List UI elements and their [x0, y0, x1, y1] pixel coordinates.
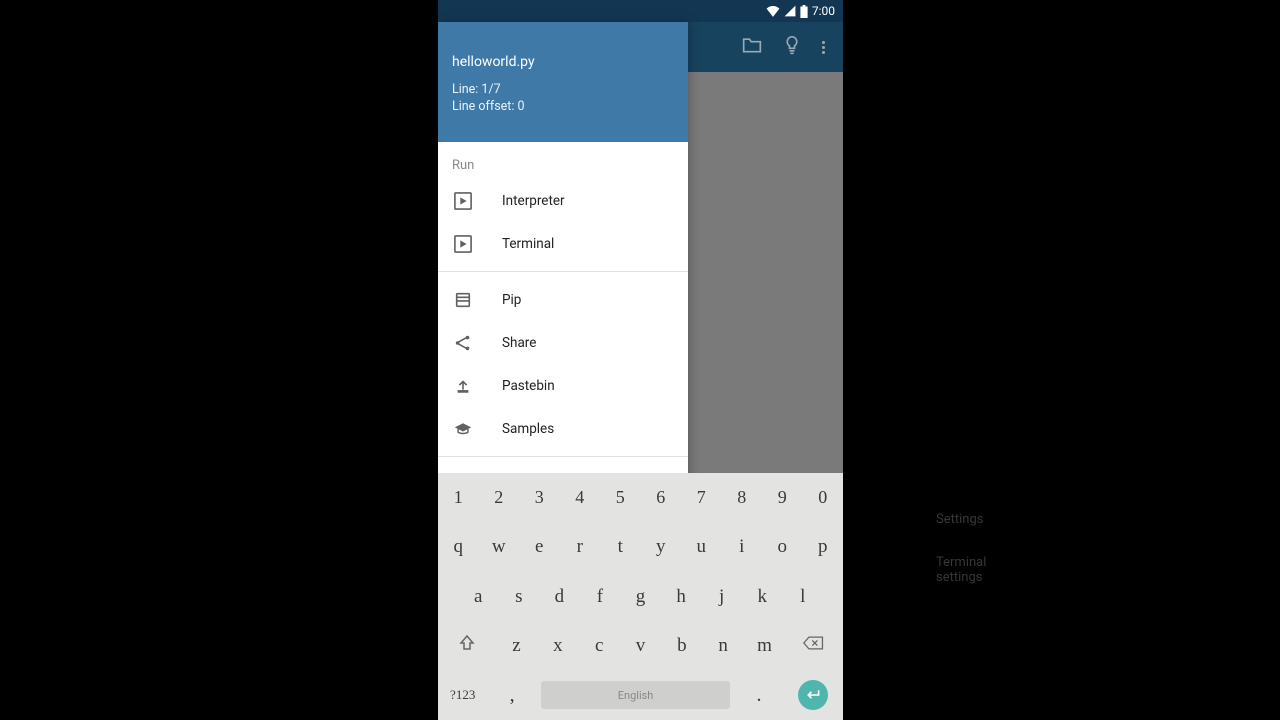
key-v[interactable]: v — [620, 635, 661, 657]
key-s[interactable]: s — [499, 586, 540, 608]
overflow-menu-icon[interactable] — [822, 39, 825, 56]
share-icon — [452, 332, 474, 354]
line-info: Line: 1/7 — [452, 82, 674, 99]
bulb-icon[interactable] — [784, 35, 800, 59]
menu-label: Pip — [502, 292, 521, 308]
key-5[interactable]: 5 — [600, 487, 641, 508]
key-t[interactable]: t — [600, 536, 641, 558]
menu-pip[interactable]: Pip — [438, 278, 688, 321]
key-k[interactable]: k — [742, 586, 783, 608]
key-g[interactable]: g — [620, 586, 661, 608]
clock: 7:00 — [812, 4, 835, 18]
key-c[interactable]: c — [579, 635, 620, 657]
menu-samples[interactable]: Samples — [438, 407, 688, 450]
key-0[interactable]: 0 — [803, 487, 844, 508]
section-run-label: Run — [438, 142, 688, 179]
key-8[interactable]: 8 — [722, 487, 763, 508]
key-row-qwerty: q w e r t y u i o p — [438, 522, 843, 571]
key-a[interactable]: a — [458, 586, 499, 608]
key-row-asdf: a s d f g h j k l — [438, 572, 843, 621]
ghost-terminal-settings: Terminal settings — [936, 555, 986, 585]
key-4[interactable]: 4 — [560, 487, 601, 508]
key-enter[interactable] — [784, 680, 843, 710]
key-y[interactable]: y — [641, 536, 682, 558]
play-box-icon — [452, 190, 474, 212]
key-x[interactable]: x — [537, 635, 578, 657]
key-j[interactable]: j — [701, 586, 742, 608]
library-icon — [452, 289, 474, 311]
upload-icon — [452, 375, 474, 397]
key-3[interactable]: 3 — [519, 487, 560, 508]
key-h[interactable]: h — [661, 586, 702, 608]
key-d[interactable]: d — [539, 586, 580, 608]
key-row-bottom: ?123 , English . — [438, 671, 843, 720]
key-2[interactable]: 2 — [479, 487, 520, 508]
key-1[interactable]: 1 — [438, 487, 479, 508]
key-7[interactable]: 7 — [681, 487, 722, 508]
key-f[interactable]: f — [580, 586, 621, 608]
divider — [438, 456, 688, 457]
menu-share[interactable]: Share — [438, 321, 688, 364]
key-9[interactable]: 9 — [762, 487, 803, 508]
key-symbols[interactable]: ?123 — [438, 687, 487, 703]
key-backspace[interactable] — [785, 635, 843, 657]
ghost-settings: Settings — [936, 512, 983, 527]
key-l[interactable]: l — [782, 586, 823, 608]
menu-label: Interpreter — [502, 193, 565, 209]
key-o[interactable]: o — [762, 536, 803, 558]
key-w[interactable]: w — [479, 536, 520, 558]
school-icon — [452, 418, 474, 440]
key-z[interactable]: z — [496, 635, 537, 657]
menu-label: Pastebin — [502, 378, 555, 394]
wifi-icon — [766, 5, 780, 17]
key-u[interactable]: u — [681, 536, 722, 558]
key-row-zxcv: z x c v b n m — [438, 621, 843, 670]
menu-label: Terminal — [502, 236, 554, 252]
key-m[interactable]: m — [744, 635, 785, 657]
key-q[interactable]: q — [438, 536, 479, 558]
menu-label: Samples — [502, 421, 554, 437]
key-shift[interactable] — [438, 633, 496, 659]
signal-icon — [784, 5, 796, 17]
status-bar: 7:00 — [438, 0, 843, 22]
folder-icon[interactable] — [742, 36, 762, 58]
soft-keyboard: 1 2 3 4 5 6 7 8 9 0 q w e r t y u i o p … — [438, 473, 843, 720]
key-i[interactable]: i — [722, 536, 763, 558]
key-6[interactable]: 6 — [641, 487, 682, 508]
offset-info: Line offset: 0 — [452, 99, 674, 116]
key-n[interactable]: n — [703, 635, 744, 657]
key-b[interactable]: b — [661, 635, 702, 657]
menu-interpreter[interactable]: Interpreter — [438, 179, 688, 222]
key-r[interactable]: r — [560, 536, 601, 558]
battery-icon — [800, 5, 808, 18]
key-p[interactable]: p — [803, 536, 844, 558]
menu-terminal[interactable]: Terminal — [438, 222, 688, 265]
key-period[interactable]: . — [734, 684, 783, 707]
menu-pastebin[interactable]: Pastebin — [438, 364, 688, 407]
key-row-numbers: 1 2 3 4 5 6 7 8 9 0 — [438, 473, 843, 522]
drawer-header: helloworld.py Line: 1/7 Line offset: 0 — [438, 22, 688, 142]
menu-label: Share — [502, 335, 536, 351]
key-space[interactable]: English — [537, 681, 735, 709]
key-e[interactable]: e — [519, 536, 560, 558]
phone-frame: 7:00 helloworld.py Line: 1/7 Line offset… — [438, 0, 843, 720]
divider — [438, 271, 688, 272]
key-comma[interactable]: , — [487, 684, 536, 707]
play-box-icon — [452, 233, 474, 255]
filename: helloworld.py — [452, 54, 674, 70]
